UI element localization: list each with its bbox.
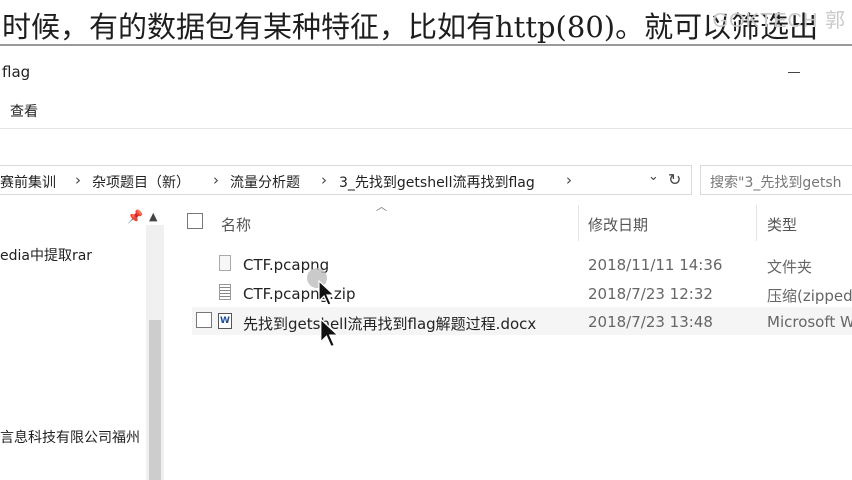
breadcrumb-item[interactable]: 杂项题目（新） bbox=[92, 172, 190, 192]
row-checkbox[interactable] bbox=[196, 312, 212, 328]
nav-scrollbar-thumb[interactable] bbox=[149, 320, 161, 480]
column-divider[interactable] bbox=[756, 205, 757, 241]
nav-item[interactable]: 言息科技有限公司福州 bbox=[0, 427, 140, 447]
caption-divider bbox=[0, 44, 852, 46]
breadcrumb-separator-icon[interactable]: › bbox=[566, 171, 572, 189]
chevron-down-icon[interactable]: ⌄ bbox=[648, 169, 659, 184]
window-title: flag bbox=[2, 63, 31, 81]
breadcrumb-item[interactable]: 3_先找到getshell流再找到flag bbox=[339, 172, 535, 192]
column-divider[interactable] bbox=[578, 205, 579, 241]
file-type: Microsoft W bbox=[767, 313, 852, 331]
file-date: 2018/7/23 13:48 bbox=[588, 313, 713, 331]
caption-text: 时候，有的数据包有某种特征，比如有http(80)。就可以筛选出 bbox=[2, 10, 819, 44]
column-header-date[interactable]: 修改日期 bbox=[588, 214, 648, 235]
mouse-cursor-icon bbox=[320, 318, 340, 348]
file-name[interactable]: CTF.pcapng.zip bbox=[243, 285, 355, 303]
zip-file-icon bbox=[219, 284, 231, 300]
pin-icon[interactable]: 📌 bbox=[127, 210, 143, 225]
scroll-up-icon[interactable]: ▲ bbox=[149, 210, 157, 223]
file-type: 文件夹 bbox=[767, 258, 813, 276]
breadcrumb-item[interactable]: 流量分析题 bbox=[230, 172, 300, 192]
file-type: 压缩(zipped bbox=[767, 287, 852, 305]
column-header-type[interactable]: 类型 bbox=[767, 214, 797, 235]
file-date: 2018/7/23 12:32 bbox=[588, 285, 713, 303]
mouse-cursor-icon bbox=[318, 280, 336, 306]
breadcrumb-separator-icon[interactable]: › bbox=[321, 171, 327, 189]
column-header-name[interactable]: 名称 bbox=[221, 214, 251, 235]
sort-ascending-icon: ︿ bbox=[376, 200, 387, 213]
word-doc-icon: W bbox=[218, 313, 232, 329]
search-placeholder[interactable]: 搜索"3_先找到getsh bbox=[710, 172, 842, 192]
breadcrumb-separator-icon[interactable]: › bbox=[75, 171, 81, 189]
watermark: GOKTECH 郭 bbox=[712, 10, 846, 32]
breadcrumb-item[interactable]: 赛前集训 bbox=[0, 172, 56, 192]
ribbon-bar bbox=[0, 92, 852, 129]
file-icon bbox=[219, 255, 231, 271]
tab-view[interactable]: 查看 bbox=[10, 101, 38, 121]
file-date: 2018/11/11 14:36 bbox=[588, 256, 723, 274]
minimize-button[interactable] bbox=[788, 72, 800, 73]
refresh-icon[interactable]: ↻ bbox=[668, 170, 681, 189]
nav-item[interactable]: edia中提取rar bbox=[0, 245, 92, 265]
file-name[interactable]: 先找到getshell流再找到flag解题过程.docx bbox=[243, 313, 536, 334]
select-all-checkbox[interactable] bbox=[187, 213, 203, 229]
breadcrumb-separator-icon[interactable]: › bbox=[213, 171, 219, 189]
